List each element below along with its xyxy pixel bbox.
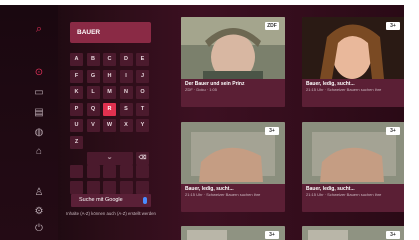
google-search-button[interactable]: Suche mit Google [71,194,151,207]
key-e[interactable]: E [136,53,149,66]
key-u[interactable]: U [70,119,83,132]
key-a[interactable]: A [70,53,83,66]
power-icon[interactable]: ⏻ [33,223,45,235]
key-k[interactable]: K [70,86,83,99]
key-y[interactable]: Y [136,119,149,132]
digit-key[interactable] [136,164,149,178]
result-card[interactable]: ZDF Der Bauer und sein Prinz ZDF · Doku … [181,17,285,107]
key-i[interactable]: I [119,69,133,83]
key-s[interactable]: S [119,102,133,116]
settings-icon[interactable]: ⚙ [33,206,45,218]
profile-icon[interactable]: ♙ [33,187,45,199]
shop-icon[interactable]: ⌂ [33,146,45,158]
channel-badge: 3+ [265,127,279,135]
key-b[interactable]: B [86,53,100,66]
key-j[interactable]: J [136,69,149,83]
result-card[interactable]: 3+ Bauer, ledig, sucht... 21:15 Uhr · Sc… [302,122,404,212]
key-p[interactable]: P [70,102,83,116]
search-icon[interactable]: ⌕ [33,23,45,35]
key-c[interactable]: C [103,53,116,66]
tv-icon[interactable]: ▭ [33,87,45,99]
key-q[interactable]: Q [86,102,100,116]
channel-badge: ZDF [265,22,279,30]
digit-key[interactable] [70,181,83,194]
result-card[interactable]: 3+ Bauer, ledig, sucht... 21:15 Uhr · Sc… [181,122,285,212]
key-z[interactable]: Z [70,135,83,149]
result-subtitle: 21:15 Uhr · Schweizer Bauern suchen ihre [306,87,382,92]
key-r[interactable]: R [103,102,116,116]
digit-key[interactable] [119,164,133,178]
channel-badge: 3+ [386,22,400,30]
home-icon[interactable]: ⊙ [33,67,45,79]
globe-icon[interactable]: ◍ [33,127,45,139]
channel-badge: 3+ [386,231,400,239]
library-icon[interactable]: ▤ [33,107,45,119]
google-search-label: Suche mit Google [79,197,123,203]
result-subtitle: 21:15 Uhr · Schweizer Bauern suchen ihre [185,192,261,197]
key-v[interactable]: V [86,119,100,132]
nav-rail: ⌕ ⊙ ▭ ▤ ◍ ⌂ ♙ ⚙ ⏻ [0,5,58,240]
channel-badge: 3+ [386,127,400,135]
digit-key[interactable] [103,164,116,178]
key-h[interactable]: H [103,69,116,83]
space-key[interactable]: ⌣ [86,152,133,165]
digit-key[interactable] [136,181,149,194]
key-w[interactable]: W [103,119,116,132]
key-d[interactable]: D [119,53,133,66]
key-f[interactable]: F [70,69,83,83]
result-card[interactable]: 3+ [302,226,404,240]
key-x[interactable]: X [119,119,133,132]
digit-key[interactable] [103,181,116,194]
digit-key[interactable] [70,164,83,178]
search-hint: Inhalte (A-Z) können auch (A-Z) erstellt… [66,211,156,216]
backspace-key[interactable]: ⌫ [136,152,149,165]
result-card[interactable]: 3+ [181,226,285,240]
digit-key[interactable] [119,181,133,194]
search-input[interactable]: BAUER [70,22,151,43]
digit-key[interactable] [86,181,100,194]
key-o[interactable]: O [136,86,149,99]
key-g[interactable]: G [86,69,100,83]
key-m[interactable]: M [103,86,116,99]
key-n[interactable]: N [119,86,133,99]
result-subtitle: ZDF · Doku · 1:05 [185,87,218,92]
digit-key[interactable] [86,164,100,178]
result-subtitle: 21:15 Uhr · Schweizer Bauern suchen ihre [306,192,382,197]
tv-search-screen: ⌕ ⊙ ▭ ▤ ◍ ⌂ ♙ ⚙ ⏻ BAUER ABCDE FGHIJ KLMNO P… [0,5,404,240]
key-l[interactable]: L [86,86,100,99]
result-card[interactable]: 3+ Bauer, ledig, sucht... 21:15 Uhr · Sc… [302,17,404,107]
mic-icon [143,197,147,204]
channel-badge: 3+ [265,231,279,239]
key-t[interactable]: T [136,102,149,116]
